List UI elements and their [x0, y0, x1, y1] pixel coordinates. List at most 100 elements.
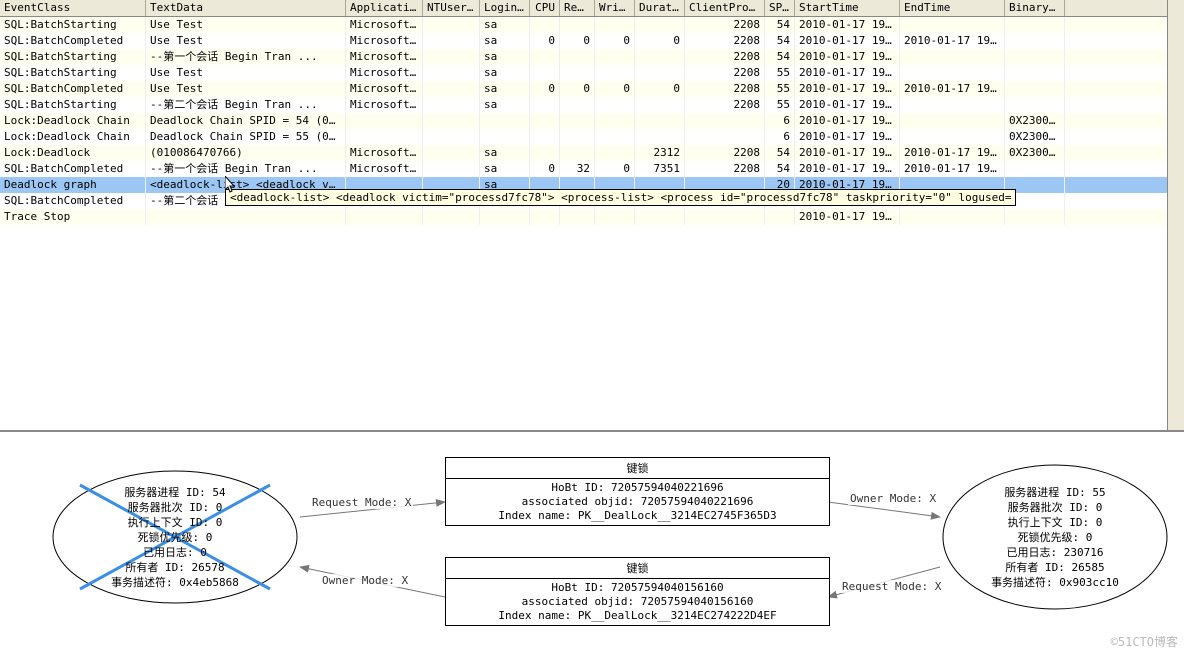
cell: 32: [560, 161, 595, 177]
cell: 0X23000...: [1005, 145, 1065, 161]
cell: [346, 129, 423, 145]
process-node-54[interactable]: 服务器进程 ID: 54服务器批次 ID: 0执行上下文 ID: 0死锁优先级:…: [50, 467, 300, 607]
grid-header: EventClassTextDataApplicationNameNTUserN…: [0, 0, 1184, 17]
cell: (010086470766): [146, 145, 346, 161]
cell: sa: [480, 17, 530, 33]
column-header[interactable]: CPU: [530, 0, 560, 16]
cell: [530, 49, 560, 65]
cell: Use Test: [146, 65, 346, 81]
column-header[interactable]: StartTime: [795, 0, 900, 16]
table-row[interactable]: Lock:Deadlock ChainDeadlock Chain SPID =…: [0, 113, 1184, 129]
cell: sa: [480, 33, 530, 49]
cell: [423, 161, 480, 177]
cell: 54: [765, 49, 795, 65]
cell: [423, 17, 480, 33]
cell: 0: [595, 81, 635, 97]
edge-label-top-right: Owner Mode: X: [848, 492, 938, 505]
table-row[interactable]: SQL:BatchStarting--第二个会话 Begin Tran ...M…: [0, 97, 1184, 113]
cell: 2010-01-17 19:47:38...: [900, 145, 1005, 161]
column-header[interactable]: Writes: [595, 0, 635, 16]
cell: Microsoft SQ...: [346, 17, 423, 33]
table-row[interactable]: SQL:BatchStartingUse TestMicrosoft SQ...…: [0, 65, 1184, 81]
cell: 2010-01-17 19:47:30...: [795, 49, 900, 65]
cell: [635, 97, 685, 113]
column-header[interactable]: Duration: [635, 0, 685, 16]
profiler-trace-grid[interactable]: EventClassTextDataApplicationNameNTUserN…: [0, 0, 1184, 431]
cell: Lock:Deadlock Chain: [0, 113, 146, 129]
cell: Deadlock Chain SPID = 54 (010086470...: [146, 113, 346, 129]
cell: 2010-01-17 19:47:32...: [795, 81, 900, 97]
deadlock-graph-pane[interactable]: Request Mode: X Owner Mode: X Owner Mode…: [0, 431, 1184, 651]
table-row[interactable]: SQL:BatchCompletedUse TestMicrosoft SQ..…: [0, 33, 1184, 49]
table-row[interactable]: Lock:Deadlock(010086470766)Microsoft SQ.…: [0, 145, 1184, 161]
column-header[interactable]: NTUserName: [423, 0, 480, 16]
cell: [595, 65, 635, 81]
edge-label-bottom-right: Request Mode: X: [840, 580, 943, 593]
cell: 2010-01-17 19:47:38...: [795, 129, 900, 145]
cell: [1005, 81, 1065, 97]
column-header[interactable]: TextData: [146, 0, 346, 16]
cell: 6: [765, 113, 795, 129]
column-header[interactable]: ApplicationName: [346, 0, 423, 16]
column-header[interactable]: BinaryData: [1005, 0, 1065, 16]
column-header[interactable]: LoginName: [480, 0, 530, 16]
cell: 2208: [685, 17, 765, 33]
cell: [900, 17, 1005, 33]
lock-node-top-title: 键锁: [446, 458, 829, 479]
cell: Microsoft SQ...: [346, 145, 423, 161]
lock-node-bottom-title: 键锁: [446, 558, 829, 579]
cell: Microsoft SQ...: [346, 49, 423, 65]
cell: Use Test: [146, 17, 346, 33]
cell: [423, 49, 480, 65]
table-row[interactable]: SQL:BatchStartingUse TestMicrosoft SQ...…: [0, 17, 1184, 33]
cell: [900, 65, 1005, 81]
cell: [560, 97, 595, 113]
cell: 2208: [685, 33, 765, 49]
table-row[interactable]: Lock:Deadlock ChainDeadlock Chain SPID =…: [0, 129, 1184, 145]
cell: Microsoft SQ...: [346, 33, 423, 49]
lock-node-top[interactable]: 键锁 HoBt ID: 72057594040221696associated …: [445, 457, 830, 526]
cell: [595, 113, 635, 129]
cell: 2010-01-17 19:47:32...: [795, 65, 900, 81]
column-header[interactable]: SPID: [765, 0, 795, 16]
cell: [346, 209, 423, 225]
lock-node-top-body: HoBt ID: 72057594040221696associated obj…: [446, 479, 829, 525]
cell: 2208: [685, 161, 765, 177]
cell: [595, 209, 635, 225]
cell: [423, 113, 480, 129]
cell: [423, 65, 480, 81]
cell: 2010-01-17 19:47:30...: [795, 161, 900, 177]
cell: 2312: [635, 145, 685, 161]
textdata-tooltip: <deadlock-list> <deadlock victim="proces…: [225, 189, 1016, 206]
column-header[interactable]: ClientProcessID: [685, 0, 765, 16]
table-row[interactable]: Trace Stop2010-01-17 19:48:03...: [0, 209, 1184, 225]
scrollbar-stub[interactable]: [1167, 0, 1184, 430]
process-node-55[interactable]: 服务器进程 ID: 55服务器批次 ID: 0执行上下文 ID: 0死锁优先级:…: [940, 462, 1170, 612]
column-header[interactable]: Reads: [560, 0, 595, 16]
cell: 2010-01-17 19:47:32...: [795, 97, 900, 113]
cell: --第一个会话 Begin Tran ...: [146, 161, 346, 177]
cell: 54: [765, 161, 795, 177]
column-header[interactable]: EndTime: [900, 0, 1005, 16]
cell: 2010-01-17 19:47:35...: [795, 145, 900, 161]
cell: [900, 129, 1005, 145]
cell: Trace Stop: [0, 209, 146, 225]
lock-node-bottom[interactable]: 键锁 HoBt ID: 72057594040156160associated …: [445, 557, 830, 626]
column-header[interactable]: EventClass: [0, 0, 146, 16]
cell: [530, 209, 560, 225]
edge-label-top-left: Request Mode: X: [310, 496, 413, 509]
cell: 54: [765, 17, 795, 33]
cell: [560, 49, 595, 65]
cell: 55: [765, 65, 795, 81]
cell: [685, 113, 765, 129]
cell: [1005, 33, 1065, 49]
cell: SQL:BatchStarting: [0, 65, 146, 81]
table-row[interactable]: SQL:BatchStarting --第一个会话 Begin Tran ...…: [0, 49, 1184, 65]
table-row[interactable]: SQL:BatchCompleted --第一个会话 Begin Tran ..…: [0, 161, 1184, 177]
cell: 0: [530, 33, 560, 49]
table-row[interactable]: SQL:BatchCompletedUse TestMicrosoft SQ..…: [0, 81, 1184, 97]
cell: Deadlock Chain SPID = 55 (010086470...: [146, 129, 346, 145]
cell: 0: [530, 161, 560, 177]
cell: [900, 49, 1005, 65]
cell: [480, 113, 530, 129]
